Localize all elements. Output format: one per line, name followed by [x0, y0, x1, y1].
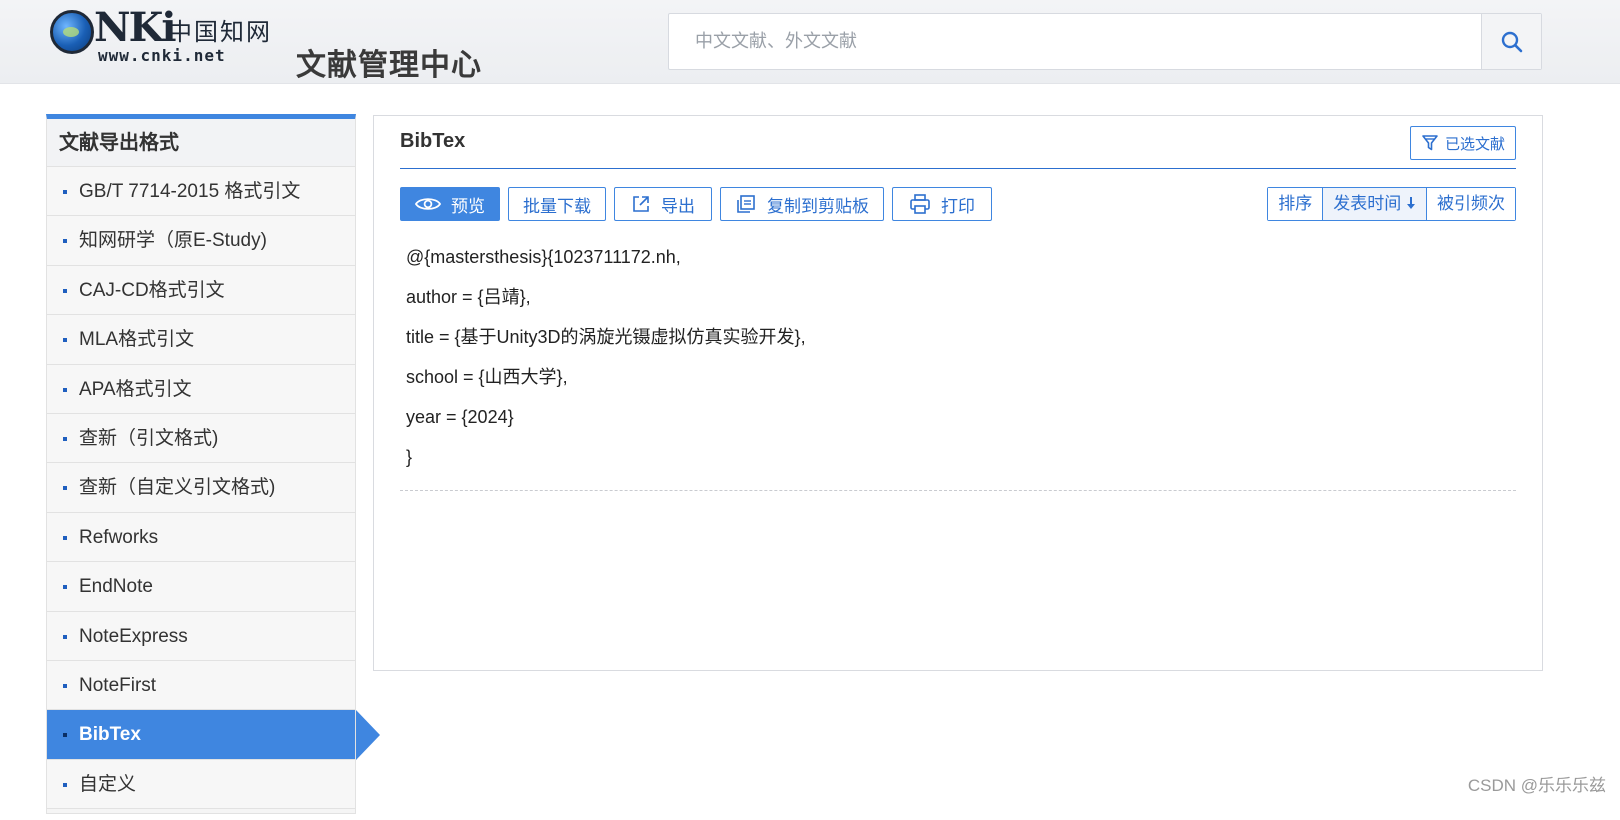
sidebar-title: 文献导出格式 [47, 119, 355, 167]
copy-label: 复制到剪贴板 [767, 196, 869, 216]
selected-documents-button[interactable]: 已选文献 [1410, 126, 1516, 160]
external-link-icon [633, 196, 649, 212]
search-icon [1501, 31, 1522, 52]
selected-documents-label: 已选文献 [1444, 135, 1505, 153]
search-input[interactable] [669, 14, 1481, 69]
sort-by-citations-button[interactable]: 被引频次 [1426, 188, 1515, 220]
sort-by-date-button[interactable]: 发表时间 [1322, 188, 1426, 220]
content-divider [400, 490, 1516, 491]
bibtex-line: } [406, 447, 413, 467]
print-button[interactable]: 打印 [892, 187, 992, 221]
panel-title: BibTex [400, 130, 466, 152]
header: NKi 中国知网 www.cnki.net 文献管理中心 [0, 0, 1620, 84]
sort-bar: 排序 发表时间 被引频次 [1267, 187, 1516, 221]
panel-divider [400, 168, 1516, 169]
logo-chinese: 中国知网 [168, 18, 272, 46]
filter-icon [1422, 135, 1438, 151]
batch-download-label: 批量下载 [523, 196, 591, 216]
sort-by-date-label: 发表时间 [1333, 194, 1402, 213]
search-button[interactable] [1481, 14, 1541, 69]
printer-icon [910, 194, 930, 214]
preview-button[interactable]: 预览 [400, 187, 500, 221]
export-button[interactable]: 导出 [614, 187, 712, 221]
bibtex-line: @{mastersthesis}{1023711172.nh, [406, 247, 681, 267]
sidebar-item-chaxin-custom[interactable]: 查新（自定义引文格式) [47, 463, 355, 513]
watermark: CSDN @乐乐乐兹 [1467, 776, 1606, 795]
sort-label: 排序 [1268, 188, 1323, 220]
print-label: 打印 [941, 196, 975, 216]
sidebar-item-bibtex[interactable]: BibTex [47, 710, 380, 761]
bibtex-line: title = {基于Unity3D的涡旋光镊虚拟仿真实验开发}, [406, 327, 806, 347]
sidebar-item-apa[interactable]: APA格式引文 [47, 364, 355, 414]
bibtex-line: author = {吕靖}, [406, 287, 531, 307]
sidebar-item-refworks[interactable]: Refworks [47, 512, 355, 563]
copy-icon [737, 195, 755, 213]
copy-to-clipboard-button[interactable]: 复制到剪贴板 [720, 187, 884, 221]
sidebar-item-noteexpress[interactable]: NoteExpress [47, 611, 355, 661]
toolbar: 预览 批量下载 导出 复制到剪贴板 打印 [400, 187, 992, 221]
batch-download-button[interactable]: 批量下载 [508, 187, 606, 221]
sidebar-item-endnote[interactable]: EndNote [47, 562, 355, 612]
sidebar-item-mla[interactable]: MLA格式引文 [47, 315, 355, 365]
arrow-down-icon [1407, 197, 1415, 209]
sidebar-item-gbt7714[interactable]: GB/T 7714-2015 格式引文 [47, 167, 355, 217]
sidebar-item-notefirst[interactable]: NoteFirst [47, 660, 355, 711]
page-title: 文献管理中心 [296, 49, 482, 82]
search-box [668, 13, 1542, 70]
cnki-logo[interactable]: NKi 中国知网 www.cnki.net [48, 4, 278, 65]
bibtex-line: school = {山西大学}, [406, 367, 568, 387]
preview-label: 预览 [451, 196, 485, 216]
sidebar-item-estudy[interactable]: 知网研学（原E-Study) [47, 216, 355, 266]
export-label: 导出 [661, 196, 695, 216]
sidebar-item-cajcd[interactable]: CAJ-CD格式引文 [47, 265, 355, 316]
logo-brand: NKi [94, 4, 177, 51]
sidebar-item-chaxin[interactable]: 查新（引文格式) [47, 413, 355, 464]
export-panel: BibTex 已选文献 预览 批量下载 导出 复制到剪贴板 打印 排序 发表时间… [373, 115, 1543, 671]
globe-icon [50, 10, 94, 54]
bibtex-line: year = {2024} [406, 407, 514, 427]
export-format-sidebar: 文献导出格式 GB/T 7714-2015 格式引文 知网研学（原E-Study… [46, 114, 380, 814]
logo-url: www.cnki.net [98, 46, 226, 65]
bibtex-preview[interactable]: @{mastersthesis}{1023711172.nh, author =… [406, 246, 1516, 486]
eye-icon [415, 198, 441, 210]
sidebar-item-custom[interactable]: 自定义 [47, 759, 355, 810]
